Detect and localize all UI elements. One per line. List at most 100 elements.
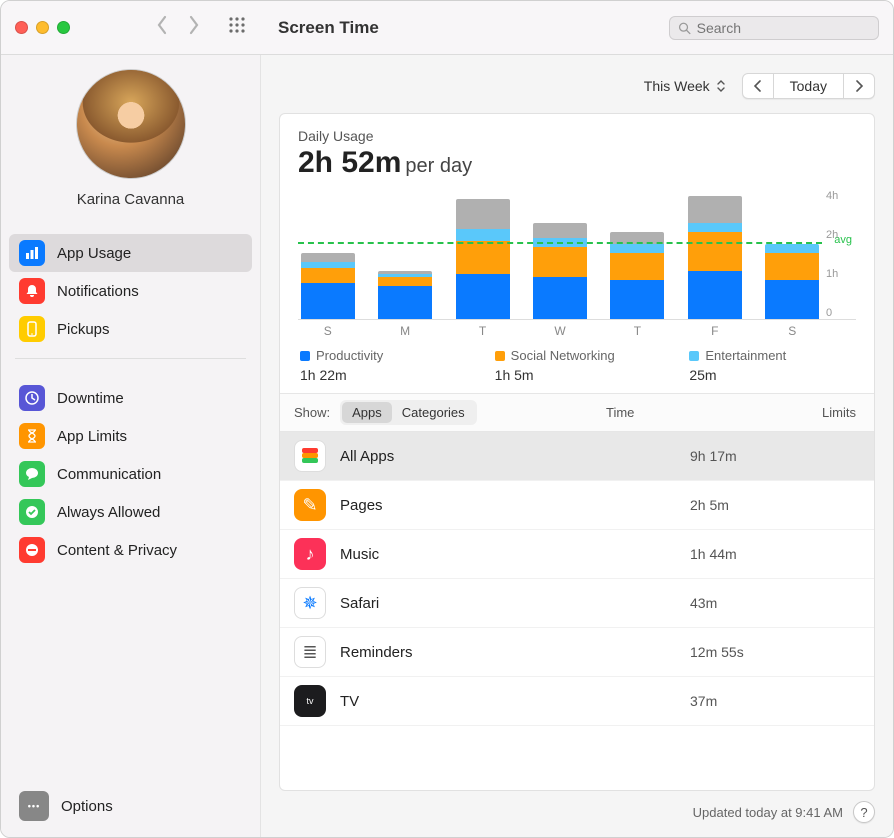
bar-segment (765, 244, 819, 253)
sidebar-item-label: Notifications (57, 283, 139, 300)
bar-segment (688, 196, 742, 223)
hourglass-icon (19, 423, 45, 449)
sidebar: Karina Cavanna App UsageNotificationsPic… (1, 55, 261, 837)
next-period-button[interactable] (844, 74, 874, 98)
minimize-window-button[interactable] (36, 21, 49, 34)
app-icon: ≣ (294, 636, 326, 668)
bar-segment (301, 253, 355, 262)
sidebar-item-downtime[interactable]: Downtime (9, 379, 252, 417)
legend-swatch (495, 351, 505, 361)
app-row[interactable]: All Apps9h 17m (280, 432, 874, 481)
app-icon (294, 440, 326, 472)
sidebar-item-app-usage[interactable]: App Usage (9, 234, 252, 272)
tab-apps[interactable]: Apps (342, 402, 392, 423)
app-row[interactable]: tvTV37m (280, 677, 874, 726)
app-icon: tv (294, 685, 326, 717)
legend-item: Productivity 1h 22m (300, 348, 465, 383)
col-limits-header: Limits (786, 405, 856, 420)
app-row[interactable]: ♪Music1h 44m (280, 530, 874, 579)
bar-column (375, 190, 434, 319)
app-name: TV (340, 693, 676, 710)
search-input[interactable] (697, 20, 870, 36)
search-field[interactable] (669, 16, 879, 40)
legend-value: 1h 22m (300, 367, 465, 383)
app-time: 43m (690, 595, 860, 611)
bubble-icon (19, 461, 45, 487)
sidebar-item-label: Pickups (57, 321, 110, 338)
chevron-updown-icon (716, 79, 726, 93)
legend-name: Productivity (316, 348, 383, 363)
legend-item: Entertainment25m (689, 348, 854, 383)
search-icon (678, 21, 691, 35)
app-row[interactable]: ✵Safari43m (280, 579, 874, 628)
range-label: This Week (644, 78, 710, 94)
sidebar-item-label: Downtime (57, 390, 124, 407)
all-preferences-icon[interactable] (228, 16, 246, 39)
table-header: Show: Apps Categories Time Limits (280, 393, 874, 432)
bar-segment (301, 283, 355, 319)
bar-segment (610, 253, 664, 280)
app-time: 1h 44m (690, 546, 860, 562)
back-button[interactable] (154, 15, 170, 40)
options-icon: ••• (19, 791, 49, 821)
bar-segment (456, 229, 510, 241)
show-label: Show: (294, 405, 330, 420)
user-avatar[interactable] (76, 69, 186, 179)
app-icon: ✵ (294, 587, 326, 619)
window-title: Screen Time (278, 18, 379, 38)
window-traffic-lights (15, 21, 70, 34)
app-time: 12m 55s (690, 644, 860, 660)
updated-label: Updated today at 9:41 AM (693, 805, 843, 820)
range-dropdown[interactable]: This Week (636, 74, 734, 98)
x-tick: T (453, 324, 512, 338)
legend-swatch (689, 351, 699, 361)
bar-segment (456, 274, 510, 319)
sidebar-item-communication[interactable]: Communication (9, 455, 252, 493)
close-window-button[interactable] (15, 21, 28, 34)
x-tick: S (763, 324, 822, 338)
bar-segment (456, 241, 510, 274)
forward-button[interactable] (186, 15, 202, 40)
y-tick: 1h (826, 268, 856, 280)
app-time: 2h 5m (690, 497, 860, 513)
app-row[interactable]: ≣Reminders12m 55s (280, 628, 874, 677)
bar-segment (688, 271, 742, 319)
legend-swatch (300, 351, 310, 361)
x-tick: W (530, 324, 589, 338)
help-button[interactable]: ? (853, 801, 875, 823)
sidebar-item-label: App Usage (57, 245, 131, 262)
zoom-window-button[interactable] (57, 21, 70, 34)
legend-name: Social Networking (511, 348, 615, 363)
prev-period-button[interactable] (743, 74, 774, 98)
sidebar-item-app-limits[interactable]: App Limits (9, 417, 252, 455)
bar-segment (765, 253, 819, 280)
clock-icon (19, 385, 45, 411)
app-name: Music (340, 546, 676, 563)
app-row[interactable]: ✎Pages2h 5m (280, 481, 874, 530)
bar-column (530, 190, 589, 319)
col-time-header: Time (606, 405, 776, 420)
sidebar-item-pickups[interactable]: Pickups (9, 310, 252, 348)
chart-value: 2h 52mper day (298, 146, 856, 180)
sidebar-item-content-privacy[interactable]: Content & Privacy (9, 531, 252, 569)
legend-value: 1h 5m (495, 367, 660, 383)
bar-segment (378, 277, 432, 286)
x-tick: S (298, 324, 357, 338)
bar-segment (456, 199, 510, 229)
bar-segment (533, 247, 587, 277)
sidebar-item-always-allowed[interactable]: Always Allowed (9, 493, 252, 531)
bar-segment (610, 244, 664, 253)
y-tick: 0 (826, 307, 856, 319)
legend-name: Entertainment (705, 348, 786, 363)
app-name: All Apps (340, 448, 676, 465)
usage-panel: Daily Usage 2h 52mper day avg 4h2h1h0 SM… (279, 113, 875, 791)
check-icon (19, 499, 45, 525)
bar-column (763, 190, 822, 319)
options-button[interactable]: ••• Options (9, 785, 252, 827)
today-button[interactable]: Today (774, 74, 844, 98)
bar-segment (688, 232, 742, 271)
x-tick: T (608, 324, 667, 338)
sidebar-divider (15, 358, 246, 359)
sidebar-item-notifications[interactable]: Notifications (9, 272, 252, 310)
tab-categories[interactable]: Categories (392, 402, 475, 423)
